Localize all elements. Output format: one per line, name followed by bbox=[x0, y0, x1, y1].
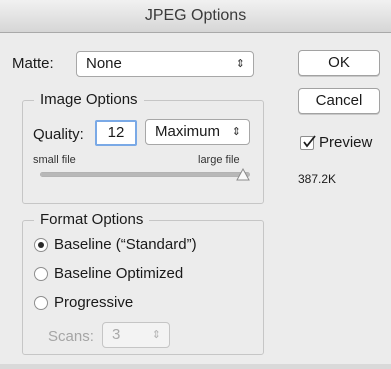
image-options-group bbox=[22, 100, 264, 204]
file-size-readout: 387.2K bbox=[298, 172, 337, 186]
radio-button[interactable] bbox=[34, 237, 48, 252]
radio-progressive[interactable]: Progressive bbox=[34, 294, 133, 311]
quality-preset-value: Maximum bbox=[155, 123, 221, 140]
radio-button[interactable] bbox=[34, 266, 48, 281]
radio-baseline-standard[interactable]: Baseline (“Standard”) bbox=[34, 236, 197, 253]
radio-label: Baseline Optimized bbox=[54, 265, 184, 282]
ok-button[interactable]: OK bbox=[298, 50, 380, 76]
window-bottom-edge bbox=[0, 364, 391, 369]
quality-slider-fill bbox=[41, 173, 249, 176]
preview-checkbox[interactable]: Preview bbox=[300, 134, 372, 151]
checkbox[interactable] bbox=[300, 134, 316, 150]
radio-baseline-optimized[interactable]: Baseline Optimized bbox=[34, 265, 183, 282]
matte-label: Matte: bbox=[12, 55, 54, 72]
matte-select[interactable]: None ⇕ bbox=[76, 51, 254, 77]
quality-label: Quality: bbox=[33, 126, 84, 143]
small-file-label: small file bbox=[33, 154, 76, 166]
radio-button[interactable] bbox=[34, 295, 48, 310]
image-options-title: Image Options bbox=[34, 91, 144, 108]
scans-select-value: 3 bbox=[112, 326, 121, 343]
checkmark-icon bbox=[303, 134, 316, 147]
quality-preset-select[interactable]: Maximum ⇕ bbox=[145, 119, 250, 145]
scans-select[interactable]: 3 ⇕ bbox=[102, 322, 170, 348]
scans-label: Scans: bbox=[48, 328, 94, 345]
window-title: JPEG Options bbox=[0, 0, 391, 33]
updown-arrows-icon: ⇕ bbox=[231, 126, 241, 138]
large-file-label: large file bbox=[198, 154, 240, 166]
radio-label: Baseline (“Standard”) bbox=[54, 236, 197, 253]
matte-select-value: None bbox=[86, 55, 122, 72]
cancel-button[interactable]: Cancel bbox=[298, 88, 380, 114]
radio-label: Progressive bbox=[54, 294, 134, 311]
updown-arrows-icon: ⇕ bbox=[235, 58, 245, 70]
quality-input[interactable]: 12 bbox=[95, 120, 137, 146]
preview-label: Preview bbox=[319, 134, 373, 151]
triangle-knob-icon[interactable] bbox=[236, 168, 250, 182]
updown-arrows-icon: ⇕ bbox=[151, 329, 161, 341]
jpeg-options-dialog: JPEG Options Matte: None ⇕ OK Cancel Pre… bbox=[0, 0, 391, 369]
quality-slider[interactable] bbox=[40, 172, 250, 177]
format-options-title: Format Options bbox=[34, 211, 150, 228]
